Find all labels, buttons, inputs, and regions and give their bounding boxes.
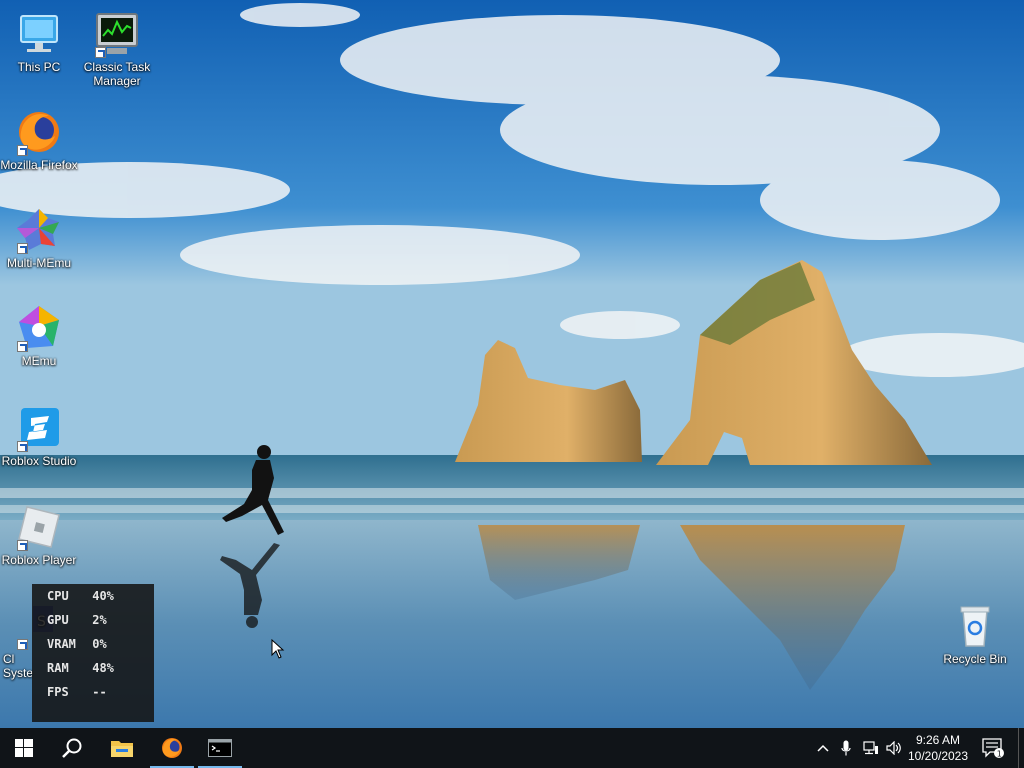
overlay-gpu-value: 2% [92,613,107,627]
taskbar-firefox[interactable] [148,728,196,768]
desktop[interactable]: This PC Classic Task Manager Mozilla Fir… [0,0,1024,728]
start-button[interactable] [0,728,48,768]
overlay-ram-value: 48% [92,661,114,675]
desktop-icon-memu[interactable]: MEmu [0,304,79,368]
desktop-icon-multi-memu[interactable]: Multi-MEmu [0,206,79,270]
this-pc-icon [20,15,58,52]
overlay-vram-row: VRAM 0% [47,637,107,651]
taskbar-terminal[interactable] [196,728,244,768]
desktop-icon-this-pc[interactable]: This PC [0,10,79,74]
desktop-icon-label: Roblox Player [1,553,77,567]
desktop-icon-label: Multi-MEmu [6,256,71,270]
desktop-icon-label: MEmu [21,354,57,368]
overlay-vram-label: VRAM [47,637,76,651]
show-desktop-button[interactable] [1018,728,1024,768]
firefox-icon [162,738,182,758]
clock-time: 9:26 AM [915,733,961,747]
overlay-ram-label: RAM [47,661,69,675]
shortcut-arrow-icon [95,47,106,58]
desktop-icon-roblox-studio[interactable]: Roblox Studio [0,404,79,468]
mouse-cursor-icon [271,639,285,659]
shortcut-arrow-icon [17,243,28,254]
desktop-icon-recycle-bin[interactable]: Recycle Bin [935,602,1015,666]
notification-icon: 1 [982,738,1004,758]
shortcut-arrow-icon [17,145,28,156]
clock-date: 10/20/2023 [907,749,969,763]
overlay-cpu-value: 40% [92,589,114,603]
file-explorer-icon [111,741,133,757]
terminal-icon [208,739,232,757]
microphone-icon [841,740,851,756]
taskbar-file-explorer[interactable] [98,728,146,768]
network-tray-button[interactable] [860,728,882,768]
overlay-cpu-row: CPU 40% [47,589,114,603]
desktop-icon-label: Roblox Studio [1,454,77,468]
shortcut-arrow-icon [17,540,28,551]
notification-count: 1 [997,749,1002,758]
volume-icon [886,741,901,755]
chevron-up-icon [817,744,829,752]
overlay-vram-value: 0% [92,637,107,651]
desktop-icon-label: Classic Task Manager [83,60,151,88]
desktop-icon-label: This PC [17,60,61,74]
overlay-fps-label: FPS [47,685,69,699]
desktop-icon-roblox-player[interactable]: Roblox Player [0,503,79,567]
overlay-cpu-label: CPU [47,589,69,603]
volume-tray-button[interactable] [884,728,904,768]
search-icon [62,738,82,758]
show-hidden-icons-button[interactable] [812,728,834,768]
action-center-button[interactable]: 1 [978,728,1008,768]
desktop-icon-label: Recycle Bin [943,652,1007,666]
desktop-icon-label: Mozilla Firefox [0,158,78,172]
performance-overlay: CPU 40% GPU 2% VRAM 0% RAM 48% FPS -- [32,584,154,722]
microphone-tray-button[interactable] [836,728,856,768]
overlay-ram-row: RAM 48% [47,661,114,675]
overlay-gpu-label: GPU [47,613,69,627]
overlay-gpu-row: GPU 2% [47,613,107,627]
start-icon [15,739,33,757]
shortcut-arrow-icon [17,639,28,650]
recycle-bin-icon [960,606,990,647]
desktop-icon-classic-task-manager[interactable]: Classic Task Manager [77,10,157,88]
network-icon [863,741,878,755]
shortcut-arrow-icon [17,441,28,452]
overlay-fps-value: -- [92,685,107,699]
shortcut-arrow-icon [17,341,28,352]
taskbar-clock[interactable]: 9:26 AM 10/20/2023 [904,732,972,764]
taskbar: 9:26 AM 10/20/2023 1 [0,728,1024,768]
overlay-fps-row: FPS -- [47,685,107,699]
search-button[interactable] [48,728,96,768]
desktop-icon-firefox[interactable]: Mozilla Firefox [0,108,79,172]
